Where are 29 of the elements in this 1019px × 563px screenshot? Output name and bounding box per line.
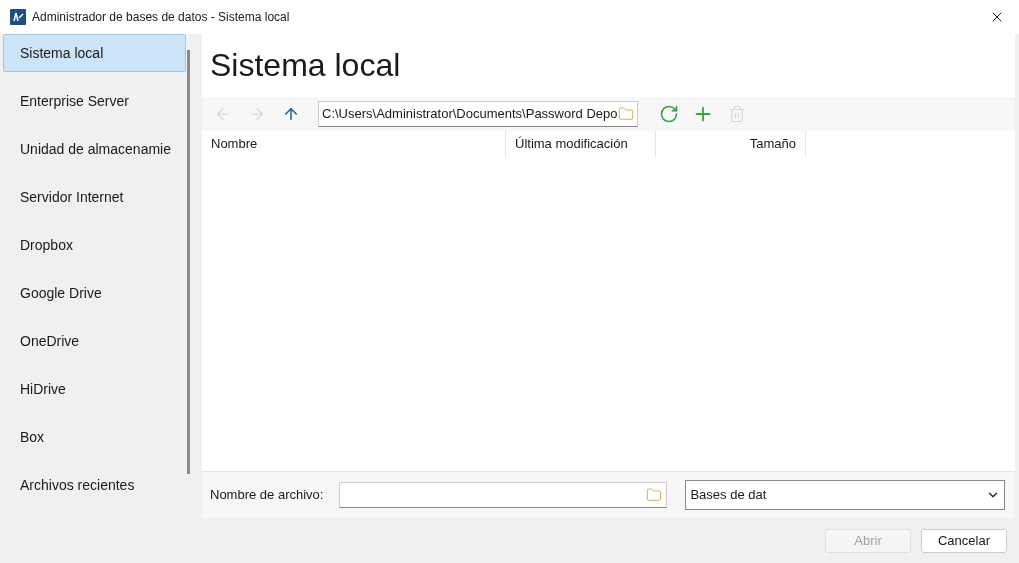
app-icon (10, 9, 26, 25)
cancel-button[interactable]: Cancelar (921, 528, 1007, 553)
file-name-label: Nombre de archivo: (210, 486, 324, 505)
refresh-icon (659, 104, 679, 124)
sidebar-item[interactable]: Enterprise Server (3, 82, 186, 120)
sidebar-item[interactable]: Servidor Internet (3, 178, 186, 216)
page-heading: Sistema local (209, 46, 402, 85)
folder-icon[interactable] (618, 106, 634, 122)
folder-icon[interactable] (646, 487, 663, 503)
sidebar-item[interactable]: Box (3, 418, 186, 456)
sidebar-item[interactable]: OneDrive (3, 322, 186, 360)
sidebar-item[interactable]: Dropbox (3, 226, 186, 264)
sidebar-item[interactable]: Archivos recientes (3, 466, 186, 504)
window-title: Administrador de bases de datos - Sistema local (32, 9, 290, 26)
sidebar-item[interactable]: Google Drive (3, 274, 186, 312)
file-name-field[interactable] (339, 482, 668, 508)
path-text: C:\Users\Administrator\Documents\Password Depo (322, 105, 618, 124)
file-type-text: Bases de dat (690, 486, 768, 505)
column-header[interactable]: Tamaño (656, 131, 806, 157)
scrollbar[interactable] (187, 50, 190, 474)
trash-icon (728, 105, 746, 123)
path-field[interactable]: C:\Users\Administrator\Documents\Password Depo (318, 101, 638, 127)
column-header[interactable]: Nombre (202, 131, 506, 157)
sidebar-item[interactable]: HiDrive (3, 370, 186, 408)
sidebar-item[interactable]: Sistema local (3, 34, 186, 72)
file-type-dropdown[interactable]: Bases de dat (685, 480, 1006, 510)
forward-arrow-icon (248, 105, 266, 123)
sidebar-item[interactable]: Unidad de almacenamie (3, 130, 186, 168)
column-header[interactable]: Última modificación (506, 131, 656, 157)
